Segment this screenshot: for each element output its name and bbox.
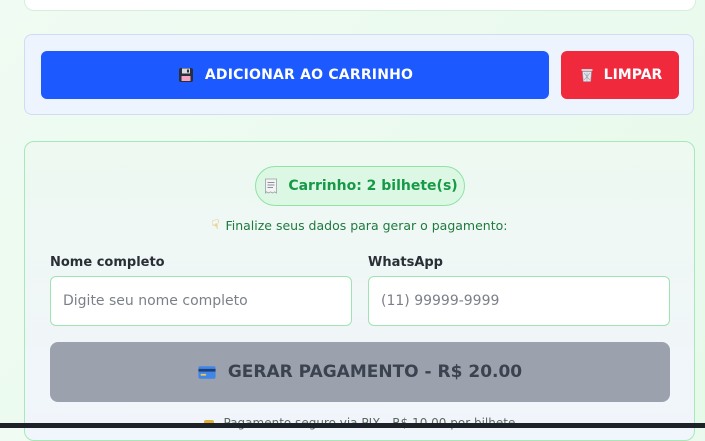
checkout-panel: Carrinho: 2 bilhete(s) ☟ Finalize seus d… <box>24 141 695 441</box>
receipt-icon <box>262 177 280 195</box>
clear-label: LIMPAR <box>603 67 663 83</box>
clear-button[interactable]: LIMPAR <box>561 51 679 99</box>
credit-card-icon <box>198 363 216 381</box>
generate-payment-label: GERAR PAGAMENTO - R$ 20.00 <box>227 362 523 382</box>
full-name-input[interactable] <box>50 276 352 326</box>
generate-payment-button[interactable]: GERAR PAGAMENTO - R$ 20.00 <box>50 342 670 402</box>
cart-actions-panel: ADICIONAR AO CARRINHO LIMPAR <box>24 34 694 115</box>
cart-count-text: Carrinho: 2 bilhete(s) <box>288 178 458 194</box>
whatsapp-field-label: WhatsApp <box>368 255 443 270</box>
taskbar-edge <box>0 423 705 428</box>
add-to-cart-button[interactable]: ADICIONAR AO CARRINHO <box>41 51 549 99</box>
wastebasket-icon <box>578 66 596 84</box>
floppy-disk-icon <box>177 66 195 84</box>
add-to-cart-label: ADICIONAR AO CARRINHO <box>204 67 414 83</box>
checkout-hint-text: Finalize seus dados para gerar o pagamen… <box>225 218 508 233</box>
pointing-down-hand-icon: ☟ <box>211 218 220 233</box>
whatsapp-input[interactable] <box>368 276 670 326</box>
checkout-hint: ☟ Finalize seus dados para gerar o pagam… <box>25 218 694 233</box>
name-field-label: Nome completo <box>50 255 165 270</box>
previous-card <box>24 0 696 11</box>
cart-count-badge: Carrinho: 2 bilhete(s) <box>255 166 465 206</box>
